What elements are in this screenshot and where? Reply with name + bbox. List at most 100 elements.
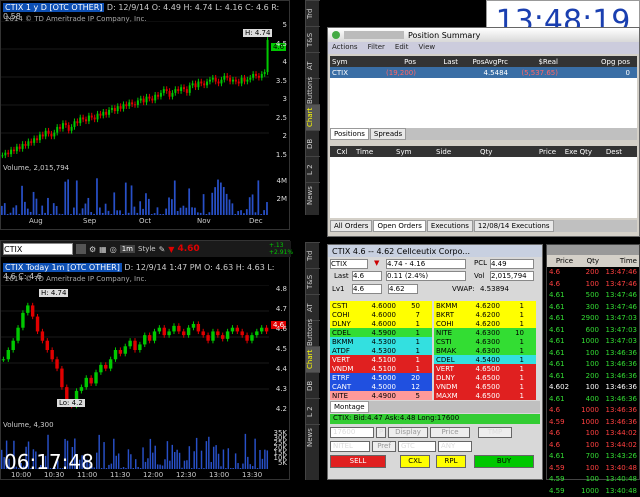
vtab-at[interactable]: AT <box>306 52 320 78</box>
ask-row[interactable]: VERT 4.6500 1 <box>434 364 536 373</box>
menu-view[interactable]: View <box>418 43 435 53</box>
vtab-ts[interactable]: T&S <box>306 26 320 52</box>
vtab-buttons[interactable]: Buttons <box>306 319 320 346</box>
vtab-trd[interactable]: Trd <box>306 242 320 268</box>
tab-spreads[interactable]: Spreads <box>369 128 407 140</box>
tmp-button[interactable]: TMP <box>478 427 512 438</box>
bid-row[interactable]: NITE 4.4900 5 <box>330 391 432 400</box>
grid-icon[interactable]: ▦ <box>99 245 107 254</box>
buy-button[interactable]: BUY <box>474 455 534 468</box>
bid-row[interactable]: ATDF 4.5300 1 <box>330 346 432 355</box>
bid-row[interactable]: BKMM 4.5300 1 <box>330 337 432 346</box>
tab-montage[interactable]: Montage <box>330 401 369 413</box>
menu-filter[interactable]: Filter <box>368 43 385 53</box>
col-price[interactable]: Price <box>522 148 558 156</box>
tab-prev-executions[interactable]: 12/08/14 Executions <box>473 220 554 232</box>
col-posavgprc[interactable]: PosAvgPrc <box>460 58 510 66</box>
orders-tabs: All Orders Open Orders Executions 12/08/… <box>330 220 637 232</box>
daily-chart-panel[interactable]: CTIX 1 y D [OTC OTHER] D: 12/9/14 O: 4.4… <box>0 0 290 230</box>
display-input[interactable]: Display <box>388 427 428 438</box>
vtab-chart[interactable]: Chart <box>306 346 320 372</box>
ask-row[interactable]: BMAK 4.6300 1 <box>434 346 536 355</box>
vtab-ts[interactable]: T&S <box>306 268 320 294</box>
vtab-at[interactable]: AT <box>306 294 320 320</box>
col-dest[interactable]: Dest <box>594 148 624 156</box>
link-icon[interactable] <box>76 244 86 254</box>
bid-row[interactable]: COHI 4.6000 7 <box>330 310 432 319</box>
vtab-db[interactable]: DB <box>306 130 320 156</box>
col-opgpos[interactable]: Opg pos <box>560 58 632 66</box>
intraday-chart-panel[interactable]: ⚙ ▦ ◎ 1m Style ✎ ▼ 4.60 +.13 +2.91% CTIX… <box>0 240 293 480</box>
col-osym[interactable]: Sym <box>394 148 434 156</box>
ask-row[interactable]: CSTI 4.6300 1 <box>434 337 536 346</box>
zoom-icon[interactable]: ◎ <box>110 245 117 254</box>
intraday-symbol-input[interactable] <box>3 243 73 255</box>
tab-all-orders[interactable]: All Orders <box>330 220 373 232</box>
cancel-button[interactable]: CXL <box>400 455 430 468</box>
intraday-price-chart[interactable] <box>1 285 269 415</box>
position-row[interactable]: CTIX (19,200) 4.5484 (5,537.65) 0 <box>330 67 637 78</box>
ask-row[interactable]: VNDM 4.6500 1 <box>434 382 536 391</box>
interval-select[interactable]: 1m <box>119 245 135 253</box>
price-input[interactable]: Price <box>430 427 470 438</box>
time-sales-titlebar[interactable] <box>547 245 639 255</box>
bid-row[interactable]: VNDM 4.5100 1 <box>330 364 432 373</box>
col-time[interactable]: Time <box>354 148 394 156</box>
col-side[interactable]: Side <box>434 148 478 156</box>
menu-actions[interactable]: Actions <box>332 43 358 53</box>
tab-open-orders[interactable]: Open Orders <box>373 220 426 232</box>
ask-row[interactable]: BKRT 4.6200 1 <box>434 310 536 319</box>
ask-row[interactable]: BKMM 4.6200 1 <box>434 301 536 310</box>
sell-button[interactable]: SELL <box>330 455 386 468</box>
ts-col-time[interactable]: Time <box>601 257 639 265</box>
vtab-buttons[interactable]: Buttons <box>306 77 320 104</box>
vtab-news[interactable]: News <box>306 424 320 450</box>
menu-edit[interactable]: Edit <box>395 43 409 53</box>
bid-row[interactable]: CANT 4.5000 12 <box>330 382 432 391</box>
position-summary-window[interactable]: Position Summary Actions Filter Edit Vie… <box>327 27 640 237</box>
ask-row[interactable]: MAXM 4.6500 1 <box>434 391 536 400</box>
ts-col-price[interactable]: Price <box>547 257 575 265</box>
ts-col-qty[interactable]: Qty <box>575 257 601 265</box>
replace-button[interactable]: RPL <box>436 455 466 468</box>
vtab-l2[interactable]: L 2 <box>306 398 320 424</box>
ask-row[interactable]: DLNY 4.6500 1 <box>434 373 536 382</box>
vtab-l2[interactable]: L 2 <box>306 156 320 182</box>
vtab-db[interactable]: DB <box>306 372 320 398</box>
col-last[interactable]: Last <box>418 58 460 66</box>
ask-row[interactable]: COHI 4.6200 1 <box>434 319 536 328</box>
style-button[interactable]: Style <box>138 245 156 253</box>
level2-symbol-input[interactable]: CTIX <box>330 259 368 269</box>
bid-row[interactable]: VERT 4.5100 1 <box>330 355 432 364</box>
vtab-news[interactable]: News <box>306 182 320 208</box>
bid-row[interactable]: ETRF 4.5000 20 <box>330 373 432 382</box>
ask-row[interactable]: NITE 4.6300 10 <box>434 328 536 337</box>
quantity-input[interactable]: 17600 <box>330 427 374 438</box>
pref-input[interactable]: Pref <box>372 441 396 452</box>
col-pos[interactable]: Pos <box>370 58 418 66</box>
bid-row[interactable]: DLNY 4.6000 1 <box>330 319 432 328</box>
col-cxl[interactable]: Cxl <box>330 148 354 156</box>
vtab-trd[interactable]: Trd <box>306 0 320 26</box>
bid-row[interactable]: CSTI 4.6000 50 <box>330 301 432 310</box>
tab-executions[interactable]: Executions <box>426 220 473 232</box>
level2-titlebar[interactable]: CTIX 4.6 -- 4.62 Cellceutix Corpo... <box>328 245 542 257</box>
level2-window[interactable]: CTIX 4.6 -- 4.62 Cellceutix Corpo... CTI… <box>327 244 543 480</box>
ask-row[interactable]: CDEL 4.5400 1 <box>434 355 536 364</box>
tif-select[interactable]: GTC <box>398 441 436 452</box>
gear-icon[interactable]: ⚙ <box>89 245 96 254</box>
daily-price-chart[interactable] <box>1 21 269 161</box>
any-select[interactable]: ANY <box>438 441 472 452</box>
tab-positions[interactable]: Positions <box>330 128 369 140</box>
drawing-icon[interactable]: ✎ <box>159 245 166 254</box>
p-button[interactable]: P <box>376 427 386 438</box>
col-sym[interactable]: Sym <box>330 58 370 66</box>
bid-row[interactable]: CDEL 4.5900 1 <box>330 328 432 337</box>
route-select[interactable]: NITEL <box>330 441 370 452</box>
col-real[interactable]: $Real <box>510 58 560 66</box>
col-qty[interactable]: Qty <box>478 148 522 156</box>
vtab-chart[interactable]: Chart <box>306 104 320 130</box>
position-summary-titlebar[interactable]: Position Summary <box>328 28 639 42</box>
col-exeqty[interactable]: Exe Qty <box>558 148 594 156</box>
time-sales-window[interactable]: Price Qty Time 4.6 200 13:47:46 4.6 100 13:47… <box>546 244 640 495</box>
